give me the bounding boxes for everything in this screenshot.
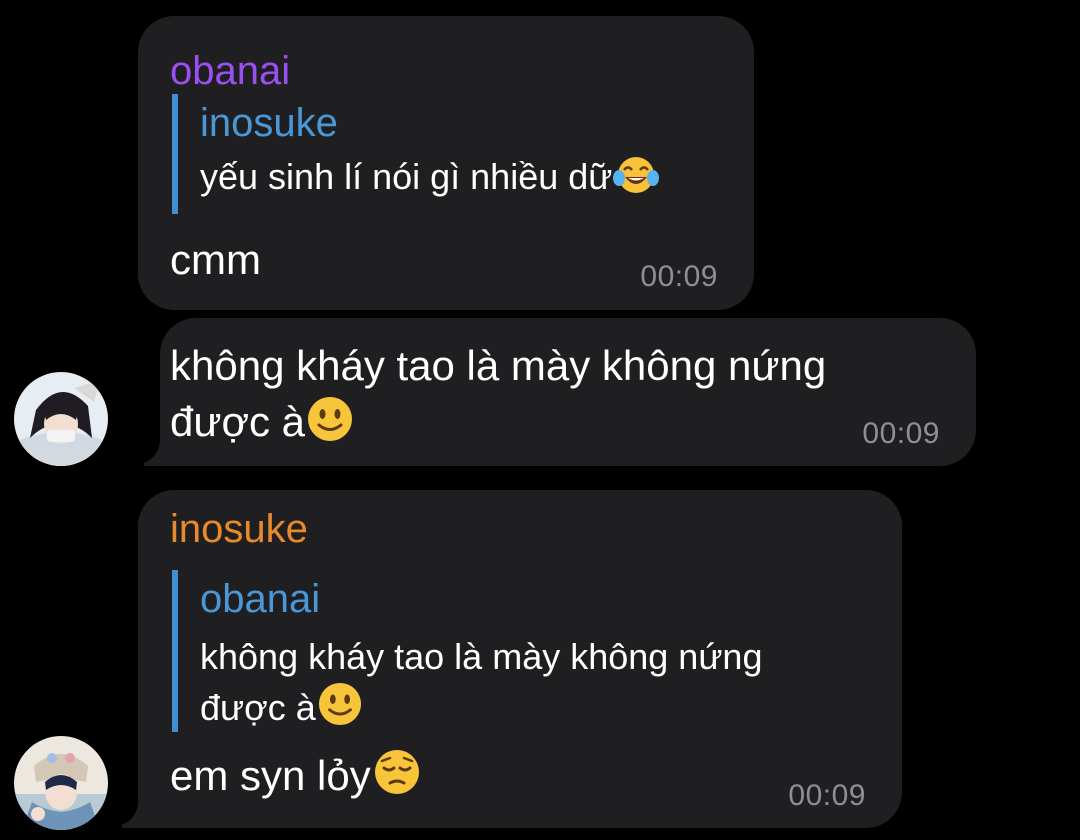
obanai-avatar[interactable]: [14, 372, 108, 466]
message-time: 00:09: [862, 417, 940, 450]
pensive-face-icon: [372, 748, 422, 810]
reply-text-line: được à: [200, 682, 762, 739]
message-text: em syn lỏy: [170, 748, 422, 810]
reply-author: inosuke: [200, 101, 338, 145]
message-time: 00:09: [640, 260, 718, 293]
message-bubble[interactable]: inosuke obanai không kháy tao là mày khô…: [122, 490, 902, 828]
message-bubble[interactable]: không kháy tao là mày không nứng được à …: [144, 318, 976, 466]
message-bubble[interactable]: obanai inosuke yếu sinh lí nói gì nhiều …: [138, 16, 754, 310]
reply-text: yếu sinh lí nói gì nhiều dữ: [200, 152, 660, 208]
face-with-tears-of-joy-icon: [613, 153, 660, 208]
message-text-line: không kháy tao là mày không nứng: [170, 342, 827, 389]
message-text-content: được à: [170, 398, 306, 445]
sender-name[interactable]: obanai: [170, 48, 290, 94]
reply-author: obanai: [200, 577, 321, 621]
reply-text-content: yếu sinh lí nói gì nhiều dữ: [200, 156, 613, 197]
bubble-tail: [122, 802, 156, 828]
message-text-content: em syn lỏy: [170, 752, 371, 799]
slightly-smiling-face-icon: [306, 396, 354, 456]
sender-name[interactable]: inosuke: [170, 506, 308, 552]
reply-quote[interactable]: obanai không kháy tao là mày không nứng …: [172, 570, 762, 732]
slightly-smiling-face-icon: [317, 682, 363, 739]
reply-text-line: không kháy tao là mày không nứng: [200, 636, 763, 677]
message-text-line: được à: [170, 394, 826, 456]
message-time: 00:09: [788, 779, 866, 812]
inosuke-avatar[interactable]: [14, 736, 108, 830]
reply-text: không kháy tao là mày không nứng được à: [200, 632, 762, 739]
reply-text-content: được à: [200, 687, 316, 728]
message-text: không kháy tao là mày không nứng được à: [170, 338, 826, 456]
message-text: cmm: [170, 236, 261, 283]
reply-quote[interactable]: inosuke yếu sinh lí nói gì nhiều dữ: [172, 94, 660, 214]
